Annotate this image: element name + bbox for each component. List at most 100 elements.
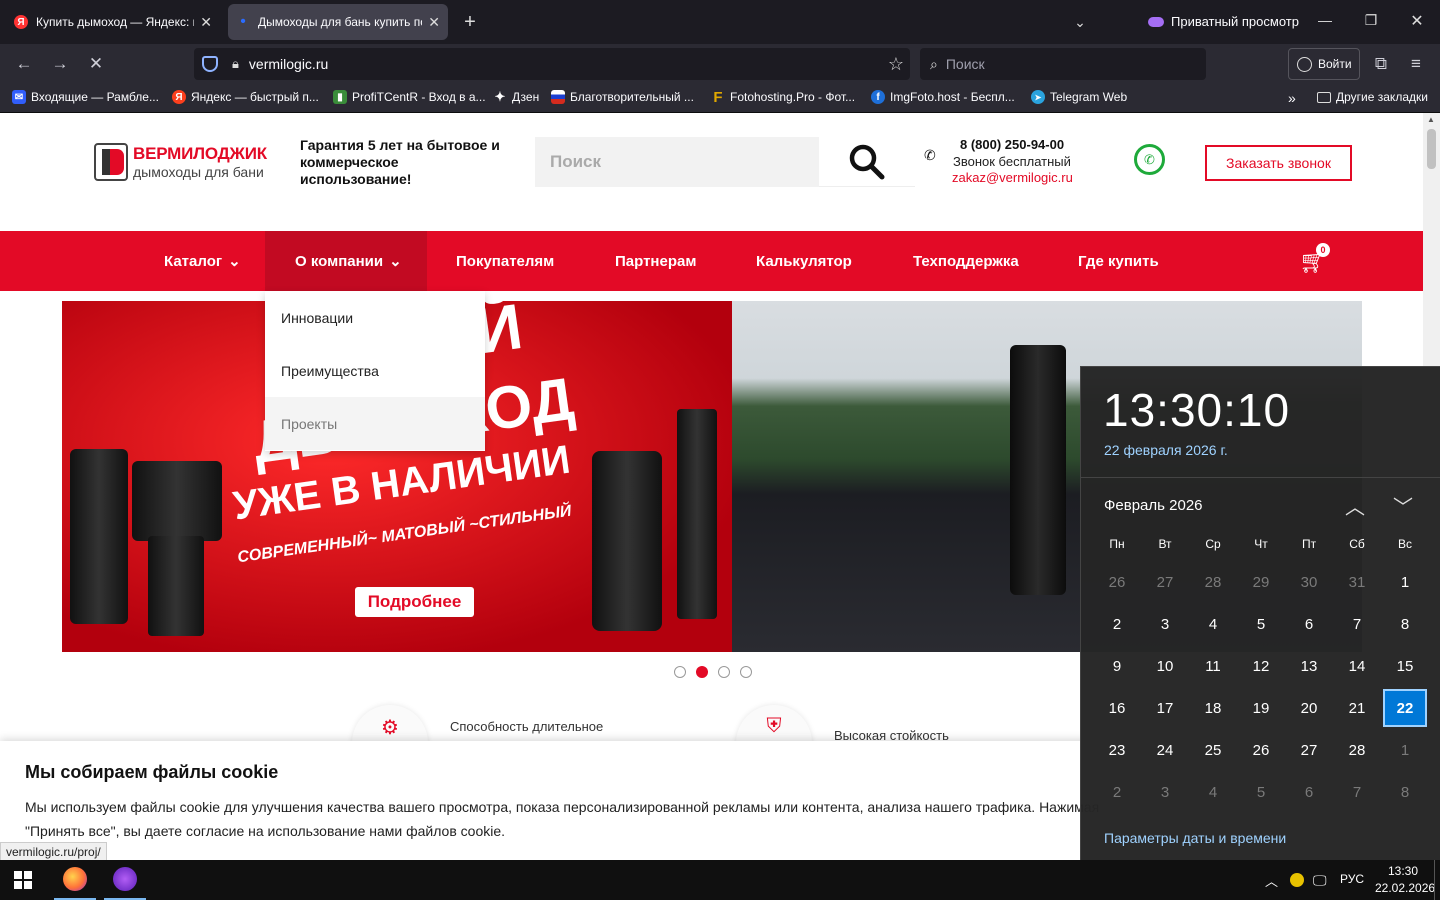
calendar-day[interactable]: 31 <box>1335 563 1379 601</box>
slider-dot[interactable] <box>740 666 752 678</box>
bookmark-item[interactable]: ➤ Telegram Web <box>1031 90 1127 104</box>
menu-item-where-buy[interactable]: Где купить <box>1078 231 1159 291</box>
menu-item-customers[interactable]: Покупателям <box>456 231 554 291</box>
banner-more-button[interactable]: Подробнее <box>355 587 474 617</box>
slider-dot-active[interactable] <box>696 666 708 678</box>
tab-vermilogic[interactable]: • Дымоходы для бань купить по ✕ <box>228 4 448 40</box>
calendar-day[interactable]: 29 <box>1239 563 1283 601</box>
address-bar[interactable]: 🔒︎ vermilogic.ru ☆ <box>194 48 910 80</box>
close-tab-icon[interactable]: ✕ <box>428 14 440 31</box>
taskbar-firefox-private[interactable] <box>104 860 146 900</box>
bookmark-item[interactable]: ▮ ProfiTCentR - Вход в а... <box>333 90 486 104</box>
stop-button[interactable]: ✕ <box>82 50 110 78</box>
calendar-day[interactable]: 8 <box>1383 773 1427 811</box>
list-tabs-chevron-icon[interactable]: ⌄ <box>1068 10 1092 34</box>
search-bar[interactable]: ⌕ Поиск <box>920 48 1206 80</box>
calendar-day[interactable]: 18 <box>1191 689 1235 727</box>
email-link[interactable]: zakaz@vermilogic.ru <box>952 170 1073 185</box>
scroll-up-arrow-icon[interactable]: ▲ <box>1427 115 1435 124</box>
calendar-day[interactable]: 8 <box>1383 605 1427 643</box>
bookmark-item[interactable]: Я Яндекс — быстрый п... <box>172 90 319 104</box>
close-tab-icon[interactable]: ✕ <box>200 14 212 31</box>
calendar-day[interactable]: 13 <box>1287 647 1331 685</box>
menu-button[interactable]: ≡ <box>1402 50 1430 78</box>
chevron-up-icon[interactable]: ︿ <box>1345 491 1365 520</box>
dropdown-item-projects[interactable]: Проекты <box>265 397 485 450</box>
scrollbar-thumb[interactable] <box>1427 129 1436 169</box>
calendar-day[interactable]: 16 <box>1095 689 1139 727</box>
menu-item-catalog[interactable]: Каталог ⌄ <box>164 231 241 291</box>
month-label[interactable]: Февраль 2026 <box>1104 497 1203 514</box>
show-desktop-button[interactable] <box>1434 860 1435 900</box>
calendar-day[interactable]: 10 <box>1143 647 1187 685</box>
bookmark-item[interactable]: ✦ Дзен <box>493 89 539 104</box>
back-button[interactable]: ← <box>10 50 38 78</box>
calendar-day[interactable]: 28 <box>1335 731 1379 769</box>
new-tab-button[interactable]: + <box>458 10 482 34</box>
tracking-shield-icon[interactable] <box>202 56 218 72</box>
taskbar-time[interactable]: 13:30 <box>1388 864 1418 878</box>
site-search-input[interactable]: Поиск <box>535 137 819 187</box>
more-bookmarks-chevron-icon[interactable]: » <box>1288 90 1296 106</box>
close-window-button[interactable]: ✕ <box>1406 11 1428 31</box>
menu-item-support[interactable]: Техподдержка <box>913 231 1019 291</box>
calendar-day[interactable]: 2 <box>1095 773 1139 811</box>
calendar-day[interactable]: 21 <box>1335 689 1379 727</box>
dropdown-item-innovations[interactable]: Инновации <box>265 291 485 344</box>
calendar-day[interactable]: 1 <box>1383 563 1427 601</box>
calendar-day[interactable]: 20 <box>1287 689 1331 727</box>
calendar-day[interactable]: 5 <box>1239 605 1283 643</box>
calendar-day[interactable]: 30 <box>1287 563 1331 601</box>
logo-name[interactable]: ВЕРМИЛОДЖИК <box>133 144 267 164</box>
calendar-day[interactable]: 19 <box>1239 689 1283 727</box>
menu-item-partners[interactable]: Партнерам <box>615 231 696 291</box>
calendar-day[interactable]: 24 <box>1143 731 1187 769</box>
tray-expand-chevron-icon[interactable]: ︿ <box>1265 871 1278 890</box>
calendar-day[interactable]: 26 <box>1239 731 1283 769</box>
bookmark-item[interactable]: Благотворительный ... <box>551 90 694 104</box>
lock-icon[interactable]: 🔒︎ <box>232 56 239 72</box>
calendar-day[interactable]: 7 <box>1335 773 1379 811</box>
minimize-window-button[interactable]: — <box>1314 12 1336 32</box>
calendar-day[interactable]: 2 <box>1095 605 1139 643</box>
bookmark-item[interactable]: f ImgFoto.host - Беспл... <box>871 90 1015 104</box>
calendar-day[interactable]: 6 <box>1287 605 1331 643</box>
calendar-day[interactable]: 25 <box>1191 731 1235 769</box>
bookmark-item[interactable]: ✉ Входящие — Рамбле... <box>12 90 159 104</box>
menu-item-calculator[interactable]: Калькулятор <box>756 231 852 291</box>
calendar-day-today[interactable]: 22 <box>1383 689 1427 727</box>
windows-start-icon[interactable] <box>14 871 32 889</box>
dropdown-item-advantages[interactable]: Преимущества <box>265 344 485 397</box>
calendar-day[interactable]: 15 <box>1383 647 1427 685</box>
calendar-day[interactable]: 4 <box>1191 605 1235 643</box>
callback-button[interactable]: Заказать звонок <box>1205 145 1352 181</box>
extensions-button[interactable]: ⧉ <box>1367 50 1395 78</box>
chevron-down-icon[interactable]: ﹀ <box>1393 491 1413 520</box>
calendar-day[interactable]: 6 <box>1287 773 1331 811</box>
logo-icon[interactable] <box>94 143 128 181</box>
calendar-day[interactable]: 27 <box>1143 563 1187 601</box>
restore-window-button[interactable]: ❐ <box>1360 12 1382 32</box>
calendar-day[interactable]: 27 <box>1287 731 1331 769</box>
calendar-day[interactable]: 12 <box>1239 647 1283 685</box>
calendar-day[interactable]: 4 <box>1191 773 1235 811</box>
calendar-day[interactable]: 26 <box>1095 563 1139 601</box>
network-icon[interactable]: 🖵︎ <box>1313 872 1327 889</box>
taskbar-date[interactable]: 22.02.2026 <box>1375 881 1435 895</box>
calendar-day[interactable]: 17 <box>1143 689 1187 727</box>
calendar-day[interactable]: 28 <box>1191 563 1235 601</box>
slider-dot[interactable] <box>674 666 686 678</box>
forward-button[interactable]: → <box>46 50 74 78</box>
tray-app-icon[interactable] <box>1290 873 1304 887</box>
calendar-day[interactable]: 3 <box>1143 773 1187 811</box>
date-time-settings-link[interactable]: Параметры даты и времени <box>1104 830 1286 846</box>
bookmark-item[interactable]: F Fotohosting.Pro - Фот... <box>711 89 855 106</box>
calendar-day[interactable]: 9 <box>1095 647 1139 685</box>
calendar-day[interactable]: 1 <box>1383 731 1427 769</box>
calendar-day[interactable]: 7 <box>1335 605 1379 643</box>
calendar-day[interactable]: 14 <box>1335 647 1379 685</box>
calendar-day[interactable]: 11 <box>1191 647 1235 685</box>
bookmark-star-icon[interactable]: ☆ <box>888 54 904 75</box>
calendar-day[interactable]: 23 <box>1095 731 1139 769</box>
language-indicator[interactable]: РУС <box>1340 872 1364 886</box>
